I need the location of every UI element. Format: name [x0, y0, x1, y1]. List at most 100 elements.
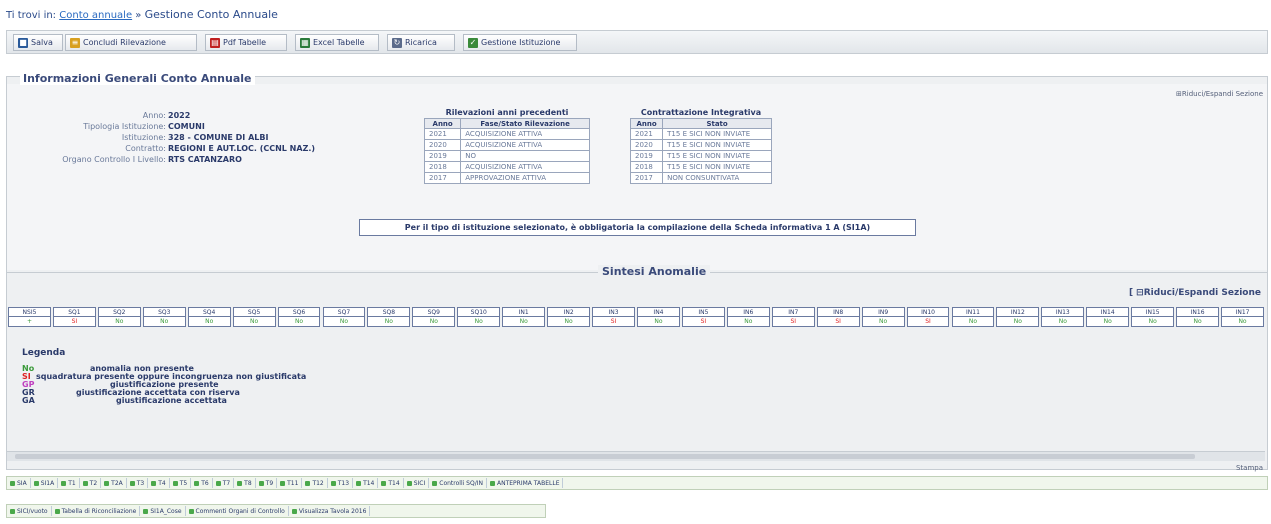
anomalia-col-in12[interactable]: IN12 No — [996, 307, 1040, 329]
anomalia-col-in15[interactable]: IN15 No — [1131, 307, 1175, 329]
anomalia-col-in14[interactable]: IN14 No — [1086, 307, 1130, 329]
tab-t2a[interactable]: T2A — [101, 478, 127, 488]
anomalia-header[interactable]: NSI5 — [8, 307, 51, 317]
anomalia-col-sq2[interactable]: SQ2 No — [97, 307, 141, 329]
save-button[interactable]: ■ Salva — [13, 34, 63, 51]
tab-t8[interactable]: T8 — [234, 478, 256, 488]
anomalia-value: No — [502, 317, 546, 327]
anomalia-header[interactable]: IN12 — [996, 307, 1040, 317]
anomalia-col-in6[interactable]: IN6 No — [726, 307, 770, 329]
tab-anteprima-tabelle[interactable]: ANTEPRIMA TABELLE — [487, 478, 564, 488]
anomalia-header[interactable]: IN16 — [1176, 307, 1220, 317]
tab-t3[interactable]: T3 — [127, 478, 149, 488]
tab-sici-vuoto[interactable]: SICI/vuoto — [7, 506, 52, 516]
tab-t14[interactable]: T14 — [378, 478, 404, 488]
gestione-istituzione-button[interactable]: ✓ Gestione Istituzione — [463, 34, 577, 51]
anomalia-col-in13[interactable]: IN13 No — [1041, 307, 1085, 329]
anomalia-header[interactable]: IN4 — [637, 307, 680, 317]
anomalia-header[interactable]: SQ8 — [367, 307, 411, 317]
anomalia-col-in2[interactable]: IN2 No — [547, 307, 591, 329]
anomalia-col-sq3[interactable]: SQ3 No — [142, 307, 186, 329]
tab-visualizza-tavola-2016[interactable]: Visualizza Tavola 2016 — [289, 506, 371, 516]
horizontal-scrollbar[interactable] — [7, 451, 1265, 461]
anomalia-header[interactable]: IN13 — [1041, 307, 1085, 317]
anomalia-header[interactable]: IN15 — [1131, 307, 1175, 317]
reload-button[interactable]: ↻ Ricarica — [387, 34, 455, 51]
anomalia-col-in11[interactable]: IN11 No — [951, 307, 995, 329]
tab-t14[interactable]: T14 — [353, 478, 379, 488]
anomalia-header[interactable]: SQ4 — [187, 307, 231, 317]
anomalia-col-sq8[interactable]: SQ8 No — [367, 307, 411, 329]
anomalia-col-in9[interactable]: IN9 No — [861, 307, 905, 329]
tab-tabella-di-riconciliazione[interactable]: Tabella di Riconciliazione — [52, 506, 141, 516]
anomalia-header[interactable]: IN17 — [1221, 307, 1264, 317]
table-cell: ACQUISIZIONE ATTIVA — [460, 128, 590, 140]
anomalia-header[interactable]: SQ10 — [457, 307, 501, 317]
tab-commenti-organi-di-controllo[interactable]: Commenti Organi di Controllo — [186, 506, 289, 516]
anomalia-header[interactable]: IN14 — [1086, 307, 1130, 317]
anomalia-header[interactable]: IN2 — [547, 307, 591, 317]
save-icon: ■ — [18, 37, 28, 48]
anomalia-header[interactable]: SQ6 — [277, 307, 321, 317]
tab-t1[interactable]: T1 — [58, 478, 80, 488]
tab-t2[interactable]: T2 — [80, 478, 102, 488]
tab-t6[interactable]: T6 — [191, 478, 213, 488]
anomalia-header[interactable]: IN11 — [951, 307, 995, 317]
anomalia-col-sq10[interactable]: SQ10 No — [457, 307, 501, 329]
anomalia-header[interactable]: IN6 — [726, 307, 770, 317]
anomalia-header[interactable]: SQ1 — [52, 307, 96, 317]
anomalia-col-in16[interactable]: IN16 No — [1176, 307, 1220, 329]
table-row: 2021 T15 E SICI NON INVIATE — [629, 128, 772, 140]
anomalia-header[interactable]: IN3 — [592, 307, 635, 317]
tab-t7[interactable]: T7 — [213, 478, 235, 488]
tab-t9[interactable]: T9 — [256, 478, 278, 488]
tab-controlli-sq-in[interactable]: Controlli SQ/IN — [429, 478, 487, 488]
anomalia-col-nsi5[interactable]: NSI5 + — [8, 307, 51, 329]
anomalia-col-in10[interactable]: IN10 SI — [906, 307, 950, 329]
tab-t12[interactable]: T12 — [302, 478, 328, 488]
table-header: Stato — [662, 118, 772, 129]
anomalia-col-in1[interactable]: IN1 No — [502, 307, 546, 329]
scrollbar-thumb[interactable] — [15, 454, 1195, 459]
anomalia-header[interactable]: SQ5 — [232, 307, 276, 317]
tab-t13[interactable]: T13 — [328, 478, 354, 488]
anomalia-header[interactable]: IN1 — [502, 307, 546, 317]
tab-t5[interactable]: T5 — [170, 478, 192, 488]
tab-sia[interactable]: SIA — [7, 478, 31, 488]
anomalia-col-in4[interactable]: IN4 No — [637, 307, 680, 329]
tab-si1a-cose[interactable]: SI1A_Cose — [140, 506, 186, 516]
anomalia-col-in17[interactable]: IN17 No — [1221, 307, 1264, 329]
anomalia-header[interactable]: IN8 — [816, 307, 860, 317]
anomalia-col-in5[interactable]: IN5 SI — [681, 307, 725, 329]
anomalia-col-in7[interactable]: IN7 SI — [771, 307, 815, 329]
print-link[interactable]: Stampa — [1236, 464, 1263, 472]
tab-si1a[interactable]: SI1A — [31, 478, 59, 488]
anomalia-header[interactable]: IN5 — [681, 307, 725, 317]
anomalia-value: No — [726, 317, 770, 327]
anomalia-header[interactable]: IN10 — [906, 307, 950, 317]
anomalia-col-in3[interactable]: IN3 SI — [592, 307, 635, 329]
anomalia-header[interactable]: IN7 — [771, 307, 815, 317]
tab-t4[interactable]: T4 — [148, 478, 170, 488]
breadcrumb-link-conto-annuale[interactable]: Conto annuale — [59, 10, 132, 21]
tab-icon — [406, 480, 412, 486]
anomalia-col-sq6[interactable]: SQ6 No — [277, 307, 321, 329]
anomalia-header[interactable]: SQ3 — [142, 307, 186, 317]
anomalia-col-sq1[interactable]: SQ1 SI — [52, 307, 96, 329]
expand-toggle-top[interactable]: ⊞Riduci/Espandi Sezione — [1176, 90, 1263, 98]
anomalia-col-sq9[interactable]: SQ9 No — [412, 307, 456, 329]
excel-button[interactable]: ▦ Excel Tabelle — [295, 34, 379, 51]
anomalia-col-sq4[interactable]: SQ4 No — [187, 307, 231, 329]
anomalia-header[interactable]: SQ7 — [322, 307, 366, 317]
tab-sici[interactable]: SICI — [404, 478, 430, 488]
anomalia-col-sq7[interactable]: SQ7 No — [322, 307, 366, 329]
anomalia-header[interactable]: IN9 — [861, 307, 905, 317]
anomalia-col-sq5[interactable]: SQ5 No — [232, 307, 276, 329]
anomalia-col-in8[interactable]: IN8 SI — [816, 307, 860, 329]
tab-t11[interactable]: T11 — [277, 478, 303, 488]
anomalia-header[interactable]: SQ2 — [97, 307, 141, 317]
pdf-button[interactable]: ▤ Pdf Tabelle — [205, 34, 287, 51]
expand-toggle-sintesi[interactable]: [ ⊟Riduci/Espandi Sezione — [1129, 288, 1261, 298]
anomalia-header[interactable]: SQ9 — [412, 307, 456, 317]
conclude-button[interactable]: ≡ Concludi Rilevazione — [65, 34, 197, 51]
